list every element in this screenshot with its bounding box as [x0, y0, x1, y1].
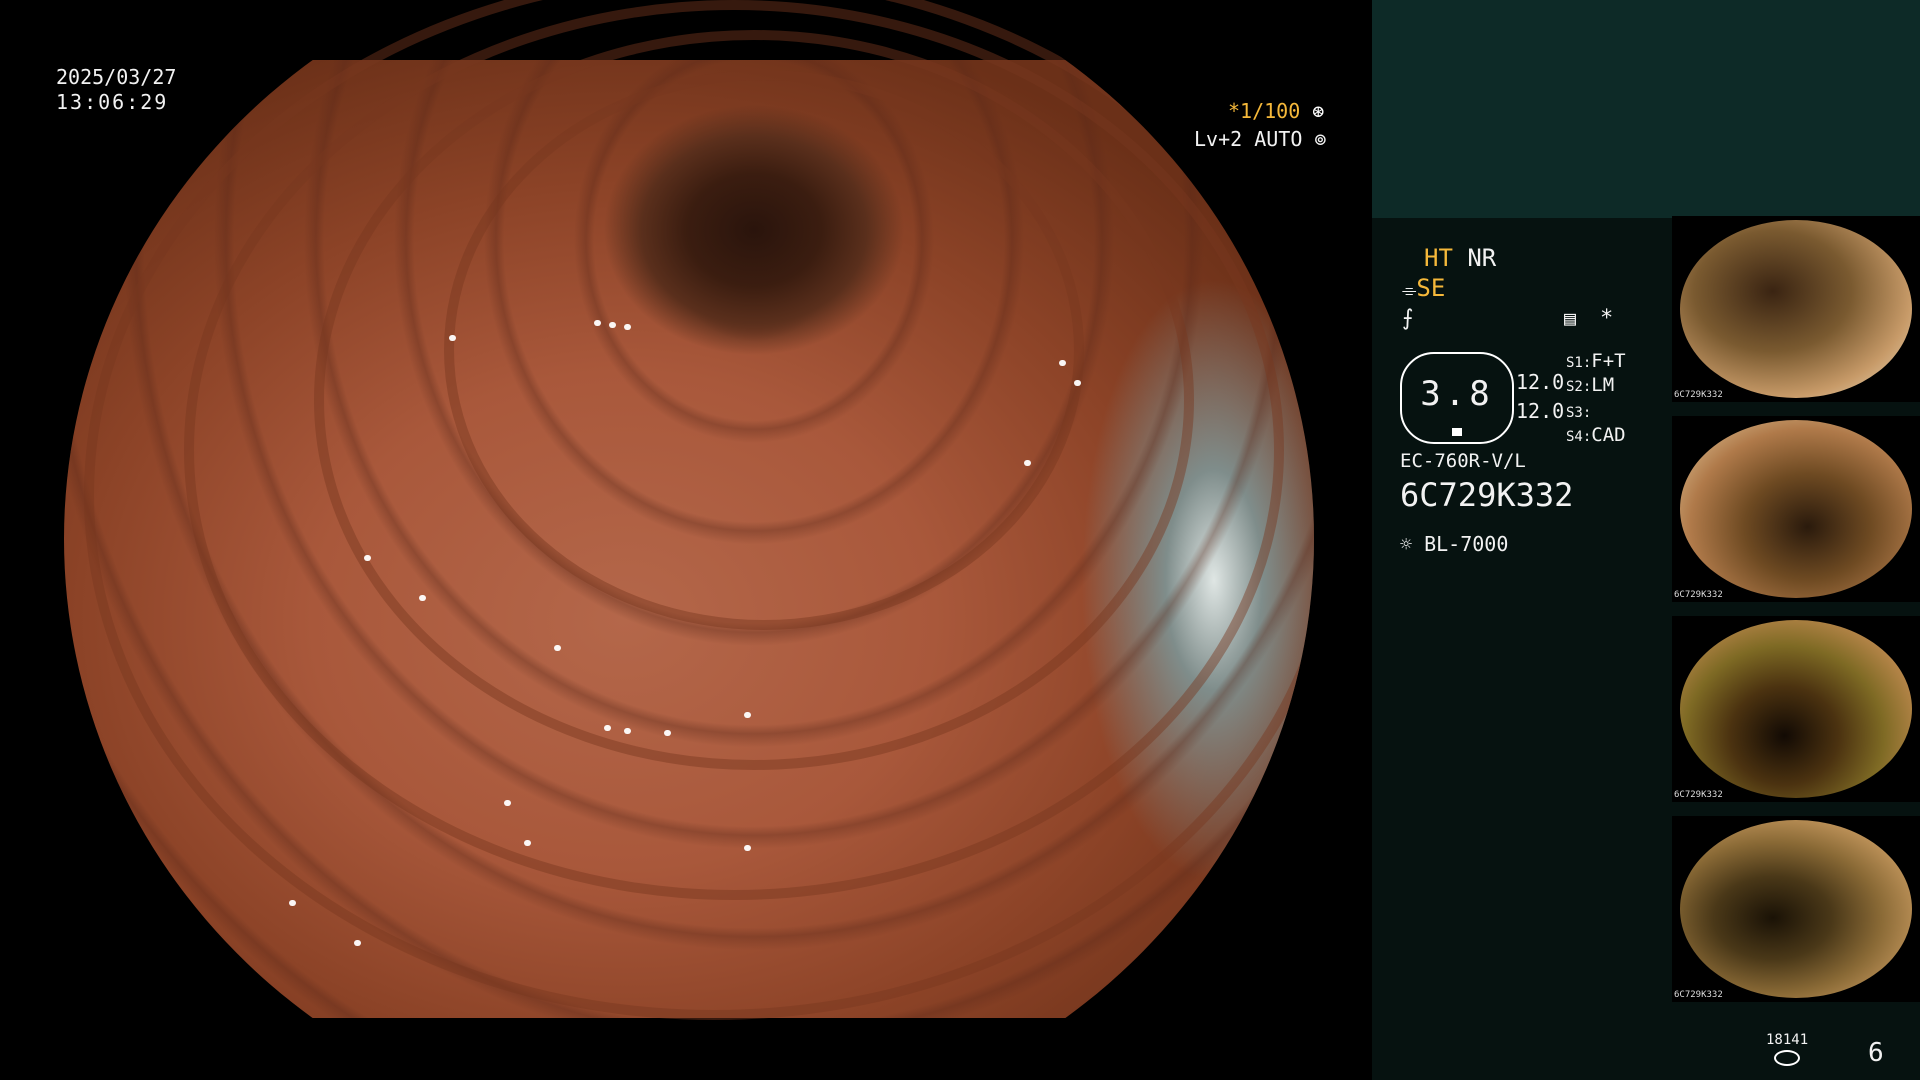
mucosal-fold — [84, 0, 1314, 1020]
s2-value: LM — [1591, 374, 1615, 396]
switch-s4: S4:CAD — [1566, 424, 1626, 446]
disk-icon — [1774, 1050, 1800, 1066]
s1-label: S1: — [1566, 355, 1592, 371]
thumbnail-image — [1680, 220, 1912, 398]
freeze-indicator: ⨍ — [1402, 306, 1414, 331]
enhancement-row: HT NR — [1424, 244, 1496, 272]
specular-highlight — [364, 555, 371, 561]
endoscope-image — [64, 0, 1314, 1020]
light-icon: ☼ — [1400, 532, 1413, 556]
info-panel: HT NR ⌯SE ⨍ ▤ * 3.8 12.0 12.0 S1:F+T S2:… — [1372, 0, 1920, 1080]
s2-label: S2: — [1566, 379, 1592, 395]
time-readout: 13:06:29 — [56, 90, 169, 114]
image-count: 6 — [1868, 1038, 1884, 1068]
specular-highlight — [609, 322, 616, 328]
captured-thumbnail[interactable]: 6C729K332 — [1672, 616, 1920, 802]
specular-highlight — [624, 728, 631, 734]
specular-highlight — [354, 940, 361, 946]
settings-icon: ▤ — [1564, 306, 1577, 330]
level-value: Lv+2 AUTO — [1194, 127, 1303, 151]
storage-count: 18141 — [1766, 1032, 1809, 1048]
switch-s3: S3: — [1566, 400, 1591, 422]
thumbnail-caption: 6C729K332 — [1674, 790, 1723, 800]
specular-highlight — [744, 845, 751, 851]
s4-label: S4: — [1566, 429, 1592, 445]
auto-iris-icon: ⊚ — [1314, 127, 1327, 151]
specular-highlight — [624, 324, 631, 330]
shutter-icon: ⊛ — [1312, 99, 1325, 123]
specular-highlight — [1059, 360, 1066, 366]
specular-highlight — [554, 645, 561, 651]
specular-highlight — [504, 800, 511, 806]
thumbnail-image — [1680, 820, 1912, 998]
ht-indicator: HT — [1424, 244, 1453, 272]
specular-highlight — [419, 595, 426, 601]
iris-value: 3.8 — [1420, 374, 1494, 414]
panel-header-area — [1372, 0, 1920, 218]
thumbnail-image — [1680, 420, 1912, 598]
shutter-value: *1/100 — [1228, 99, 1301, 123]
s3-label: S3: — [1566, 405, 1592, 421]
nr-indicator: NR — [1467, 244, 1497, 272]
iris-marker — [1452, 428, 1462, 436]
thumbnail-caption: 6C729K332 — [1674, 390, 1723, 400]
scope-icon: ⌯ — [1402, 280, 1417, 301]
date-readout: 2025/03/27 — [56, 65, 177, 89]
light-source-row: ☼ BL-7000 — [1400, 532, 1508, 556]
scope-serial: 6C729K332 — [1400, 476, 1574, 514]
thumbnail-caption: 6C729K332 — [1674, 590, 1723, 600]
specular-highlight — [744, 712, 751, 718]
light-source-name: BL-7000 — [1424, 532, 1509, 556]
value-b: 12.0 — [1516, 399, 1565, 423]
captured-thumbnail[interactable]: 6C729K332 — [1672, 816, 1920, 1002]
switch-s1: S1:F+T — [1566, 350, 1626, 372]
structure-enhancement-row: ⌯SE — [1402, 274, 1445, 302]
shutter-readout: *1/100 ⊛ — [1228, 98, 1324, 124]
specular-highlight — [664, 730, 671, 736]
s1-value: F+T — [1591, 350, 1626, 372]
thumbnail-image — [1680, 620, 1912, 798]
captured-thumbnail[interactable]: 6C729K332 — [1672, 416, 1920, 602]
thumbnail-caption: 6C729K332 — [1674, 990, 1723, 1000]
scope-model: EC-760R-V/L — [1400, 450, 1526, 472]
star-indicator: * — [1600, 306, 1614, 331]
specular-highlight — [604, 725, 611, 731]
captured-thumbnail[interactable]: 6C729K332 — [1672, 216, 1920, 402]
specular-highlight — [1024, 460, 1031, 466]
switch-s2: S2:LM — [1566, 374, 1614, 396]
specular-highlight — [449, 335, 456, 341]
endoscope-video-area: 2025/03/27 13:06:29 *1/100 ⊛ Lv+2 AUTO ⊚ — [0, 0, 1372, 1080]
iris-value-box: 3.8 — [1400, 352, 1514, 444]
specular-highlight — [1074, 380, 1081, 386]
value-a: 12.0 — [1516, 370, 1565, 394]
brightness-level-readout: Lv+2 AUTO ⊚ — [1194, 126, 1326, 152]
specular-highlight — [594, 320, 601, 326]
specular-highlight — [289, 900, 296, 906]
specular-highlight — [524, 840, 531, 846]
s4-value: CAD — [1591, 424, 1626, 446]
se-indicator: SE — [1416, 274, 1446, 302]
